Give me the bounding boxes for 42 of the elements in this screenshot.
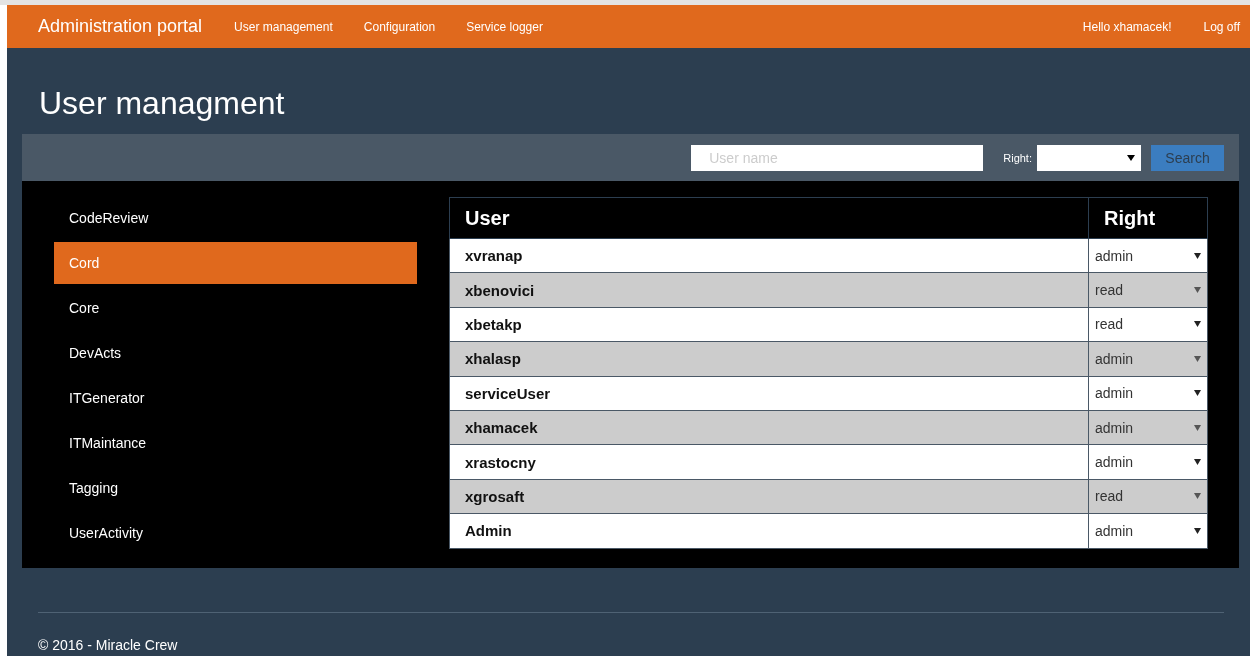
project-item[interactable]: CodeReview xyxy=(54,197,417,239)
footer-text: © 2016 - Miracle Crew xyxy=(38,637,179,653)
right-select[interactable]: admin xyxy=(1089,445,1207,479)
caret-icon xyxy=(1194,424,1201,431)
right-select[interactable]: admin xyxy=(1089,342,1207,376)
right-select[interactable]: admin xyxy=(1089,411,1207,445)
caret-icon xyxy=(1194,527,1201,534)
caret-icon xyxy=(1194,355,1201,362)
right-select[interactable]: read xyxy=(1089,479,1207,513)
user-cell: xhamacek xyxy=(449,410,1089,445)
caret-icon xyxy=(1194,321,1201,328)
caret-icon xyxy=(1127,154,1135,161)
caret-icon xyxy=(1194,252,1201,259)
right-select[interactable]: read xyxy=(1089,273,1207,307)
project-item[interactable]: Tagging xyxy=(54,467,417,509)
user-cell: xgrosaft xyxy=(449,479,1089,514)
right-label: Right: xyxy=(1003,151,1032,164)
right-select[interactable]: admin xyxy=(1089,514,1207,548)
user-cell: serviceUser xyxy=(449,376,1089,411)
column-header: User xyxy=(449,197,1089,239)
user-cell: xhalasp xyxy=(449,341,1089,377)
right-select[interactable] xyxy=(1037,144,1141,171)
greeting-text: Hello xhamacek! xyxy=(1082,19,1172,34)
project-item[interactable]: ITGenerator xyxy=(54,377,417,419)
project-item[interactable]: Core xyxy=(54,287,417,329)
project-item[interactable]: ITMaintance xyxy=(54,422,417,464)
page-title: User managment xyxy=(39,84,286,123)
user-cell: xbetakp xyxy=(449,307,1089,342)
project-item[interactable]: DevActs xyxy=(54,332,417,374)
user-cell: xrastocny xyxy=(449,444,1089,480)
right-select[interactable]: admin xyxy=(1089,376,1207,410)
user-cell: Admin xyxy=(449,513,1089,548)
user-cell: xvranap xyxy=(449,238,1089,273)
caret-icon xyxy=(1194,287,1201,294)
user-cell: xbenovici xyxy=(449,272,1089,308)
right-select[interactable]: read xyxy=(1089,307,1207,341)
caret-icon xyxy=(1194,390,1201,397)
column-header: Right xyxy=(1088,197,1208,239)
right-select[interactable]: admin xyxy=(1089,239,1207,273)
caret-icon xyxy=(1194,459,1201,466)
project-item[interactable]: UserActivity xyxy=(54,512,417,554)
caret-icon xyxy=(1194,493,1201,500)
